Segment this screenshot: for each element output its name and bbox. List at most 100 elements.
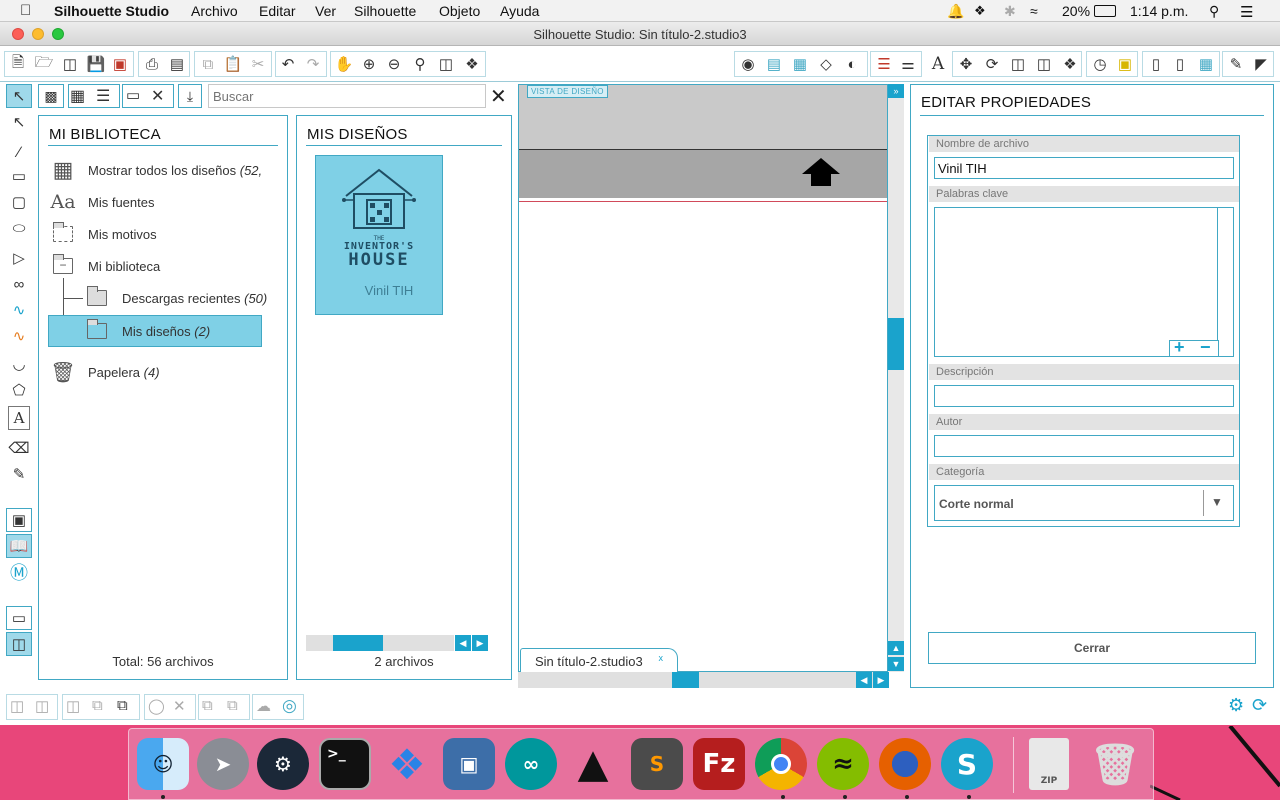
menu-app-name[interactable]: Silhouette Studio: [54, 3, 169, 19]
library-item-recent-downloads[interactable]: Descargas recientes (50): [84, 286, 267, 309]
weld-icon[interactable]: ◯: [148, 697, 165, 715]
duplicate-icon[interactable]: ⧉: [202, 697, 213, 714]
silhouette-store-icon[interactable]: Ⓜ: [6, 560, 32, 584]
fill-color-icon[interactable]: ◉: [736, 52, 760, 76]
library-item-my-designs[interactable]: Mis diseños (2): [84, 319, 210, 342]
arc-tool-icon[interactable]: ◡: [6, 352, 32, 376]
category-select[interactable]: Corte normal ▼: [934, 485, 1234, 521]
clear-search-icon[interactable]: ✕: [490, 84, 507, 109]
scale-icon[interactable]: ◫: [1006, 52, 1030, 76]
list-view-icon[interactable]: ☰: [96, 86, 110, 106]
inkscape-icon[interactable]: ▲: [567, 738, 619, 790]
paste-icon[interactable]: 📋: [221, 52, 245, 76]
print-icon[interactable]: ⎙: [140, 52, 164, 76]
zip-file-icon[interactable]: ZIP: [1029, 738, 1069, 790]
filezilla-icon[interactable]: Fz: [693, 738, 745, 790]
steam-icon[interactable]: ⚙: [257, 738, 309, 790]
spotify-icon[interactable]: ≈: [817, 738, 869, 790]
cut-settings-icon[interactable]: ▯: [1168, 52, 1192, 76]
finder-icon[interactable]: ☺: [137, 738, 189, 790]
dropbox-status-icon[interactable]: ❖: [974, 3, 986, 19]
menu-objeto[interactable]: Objeto: [439, 3, 480, 19]
bring-forward-icon[interactable]: ⧉: [117, 697, 128, 714]
wifi-icon[interactable]: ≈: [1030, 3, 1038, 19]
new-folder-icon[interactable]: ▭: [126, 86, 140, 104]
apple-icon[interactable]: : [20, 2, 31, 19]
cut-icon[interactable]: ✂: [246, 52, 270, 76]
library-item-fonts[interactable]: Aa Mis fuentes: [50, 191, 154, 213]
grid-view-icon[interactable]: ▦: [70, 86, 85, 106]
designs-scrollbar-thumb[interactable]: [333, 635, 383, 651]
battery-icon[interactable]: [1094, 5, 1116, 17]
select-tool-icon[interactable]: ↖: [6, 84, 32, 108]
edit-points-tool-icon[interactable]: ↖: [6, 110, 32, 134]
make-compound-icon[interactable]: ◫: [66, 697, 80, 715]
fit-to-page-icon[interactable]: ❖: [460, 52, 484, 76]
sublime-text-icon[interactable]: S: [631, 738, 683, 790]
grid-settings-icon[interactable]: ▦: [1194, 52, 1218, 76]
settings-gear-icon[interactable]: ⚙: [1228, 695, 1244, 716]
search-input[interactable]: [208, 84, 486, 108]
remove-keyword-icon[interactable]: −: [1200, 337, 1211, 358]
ellipse-tool-icon[interactable]: ⬭: [6, 216, 32, 240]
silhouette-studio-icon[interactable]: S: [941, 738, 993, 790]
align-icon[interactable]: ✥: [954, 52, 978, 76]
library-item-trash[interactable]: 🗑 Papelera (4): [50, 361, 159, 384]
menu-ver[interactable]: Ver: [315, 3, 336, 19]
library-item-all-designs[interactable]: ▦ Mostrar todos los diseños (52,: [50, 157, 263, 182]
menu-editar[interactable]: Editar: [259, 3, 296, 19]
offset-icon[interactable]: ◷: [1088, 52, 1112, 76]
single-panel-icon[interactable]: ▭: [6, 606, 32, 630]
document-tab[interactable]: Sin título-2.studio3 x: [520, 648, 678, 672]
ungroup-icon[interactable]: ◫: [35, 697, 49, 715]
menu-silhouette[interactable]: Silhouette: [354, 3, 416, 19]
notification-center-icon[interactable]: ☰: [1240, 3, 1253, 21]
gradient-icon[interactable]: ▤: [762, 52, 786, 76]
library-item-patterns[interactable]: Mis motivos: [50, 222, 157, 245]
filename-input[interactable]: [934, 157, 1234, 179]
regular-polygon-tool-icon[interactable]: ⬠: [6, 378, 32, 402]
line-style-panel-icon[interactable]: ☰: [872, 52, 896, 76]
pan-hand-icon[interactable]: ✋: [332, 52, 356, 76]
menu-archivo[interactable]: Archivo: [191, 3, 238, 19]
launchpad-icon[interactable]: ➤: [197, 738, 249, 790]
canvas-vscroll-thumb[interactable]: [888, 318, 904, 370]
canvas-scroll-down-icon[interactable]: ▼: [888, 657, 904, 671]
menu-ayuda[interactable]: Ayuda: [500, 3, 539, 19]
replicate-icon[interactable]: ❖: [1058, 52, 1082, 76]
knife-icon[interactable]: ◤: [1249, 52, 1273, 76]
drag-zoom-icon[interactable]: ◫: [434, 52, 458, 76]
duplicate-mirror-icon[interactable]: ⧉: [227, 697, 238, 714]
dropbox-icon[interactable]: ❖: [381, 738, 433, 790]
add-keyword-icon[interactable]: +: [1174, 337, 1185, 358]
copy-icon[interactable]: ⧉: [196, 52, 220, 76]
polygon-tool-icon[interactable]: ▷: [6, 246, 32, 270]
zoom-out-icon[interactable]: ⊖: [382, 52, 406, 76]
zoom-selection-icon[interactable]: ⚲: [408, 52, 432, 76]
delete-icon[interactable]: ✕: [151, 86, 164, 106]
designs-scroll-right-icon[interactable]: ▶: [472, 635, 488, 651]
rounded-rectangle-tool-icon[interactable]: ▢: [6, 190, 32, 214]
send-to-silhouette-icon[interactable]: ▤: [165, 52, 189, 76]
mirror-icon[interactable]: ◫: [1032, 52, 1056, 76]
save-icon[interactable]: 💾: [84, 52, 108, 76]
import-icon[interactable]: ⤓: [178, 84, 202, 108]
freehand-tool-icon[interactable]: ∿: [6, 298, 32, 322]
designs-scroll-left-icon[interactable]: ◀: [455, 635, 471, 651]
canvas-scroll-left-icon[interactable]: ◀: [856, 672, 872, 688]
terminal-icon[interactable]: >_: [319, 738, 371, 790]
canvas-scroll-up-icon[interactable]: ▲: [888, 641, 904, 655]
canvas-vscroll-track[interactable]: [888, 84, 904, 672]
redo-icon[interactable]: ↷: [301, 52, 325, 76]
new-document-icon[interactable]: 🗎: [6, 52, 30, 76]
page-setup-icon[interactable]: ▯: [1144, 52, 1168, 76]
close-tab-icon[interactable]: x: [659, 653, 664, 663]
rotate-icon[interactable]: ⟳: [980, 52, 1004, 76]
keywords-list[interactable]: [934, 207, 1234, 357]
bluetooth-icon[interactable]: ✱: [1004, 3, 1016, 20]
pattern-icon[interactable]: ▦: [788, 52, 812, 76]
notification-bell-icon[interactable]: 🔔: [947, 3, 964, 20]
library-item-my-library[interactable]: − Mi biblioteca: [50, 254, 160, 277]
knife-tool-icon[interactable]: ✎: [6, 462, 32, 486]
spotlight-icon[interactable]: ⚲: [1209, 3, 1219, 20]
